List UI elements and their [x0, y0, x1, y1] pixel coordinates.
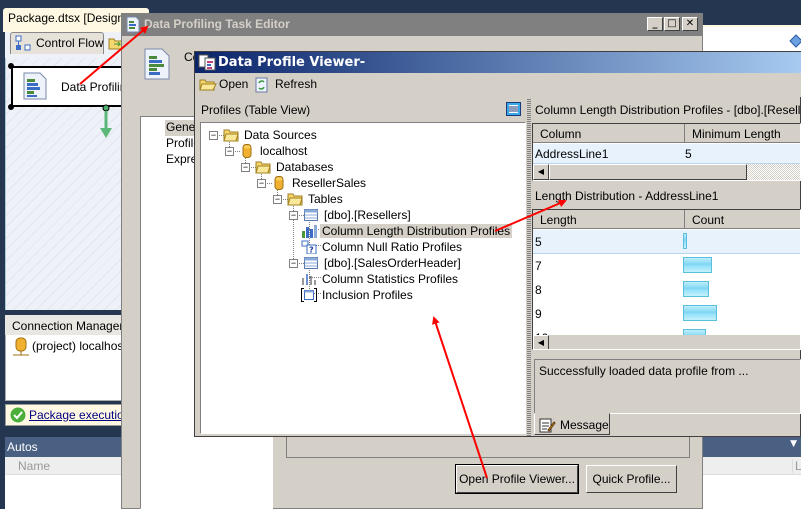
- annotation-arrow: [494, 199, 567, 232]
- annotation-arrow: [432, 316, 488, 479]
- annotation-arrows: [79, 25, 567, 479]
- annotation-arrow: [79, 25, 149, 85]
